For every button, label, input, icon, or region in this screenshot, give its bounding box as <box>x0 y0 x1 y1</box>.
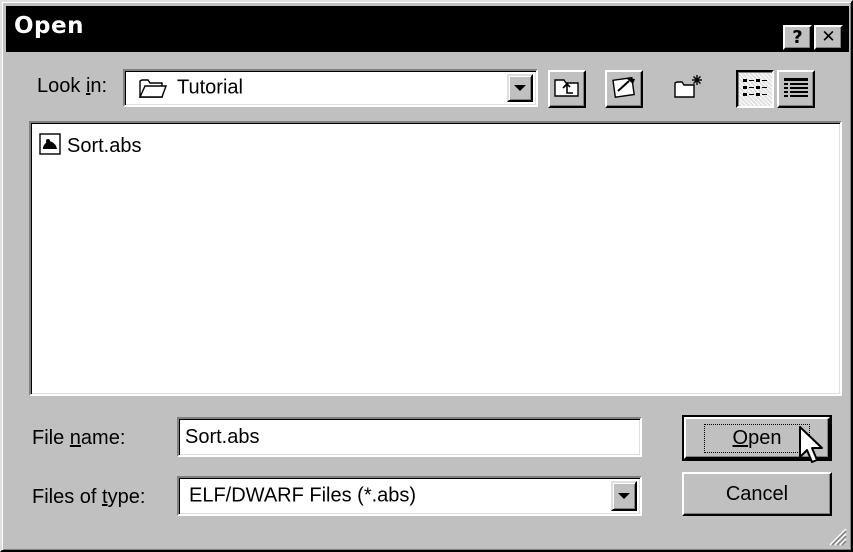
file-name-input[interactable] <box>177 417 642 457</box>
cancel-button[interactable]: Cancel <box>682 472 832 516</box>
files-of-type-dropdown-button[interactable] <box>611 481 637 511</box>
mouse-pointer-icon <box>798 425 824 472</box>
close-button[interactable]: ✕ <box>814 25 843 50</box>
details-view-button[interactable] <box>777 70 815 108</box>
list-view-button[interactable] <box>736 70 774 108</box>
file-name-label: Sort.abs <box>67 135 142 157</box>
details-view-icon <box>783 76 809 103</box>
file-list[interactable]: Sort.abs <box>29 121 842 396</box>
help-button[interactable]: ? <box>783 25 812 50</box>
file-icon <box>39 133 61 160</box>
look-in-value: Tutorial <box>177 76 243 99</box>
up-folder-icon <box>554 76 580 103</box>
up-one-level-button[interactable] <box>548 70 586 108</box>
open-dialog: Open ? ✕ Look in: Tutorial Sort.abs File… <box>0 0 853 552</box>
resize-grip-icon[interactable] <box>827 526 847 546</box>
look-in-combo[interactable]: Tutorial <box>123 69 538 107</box>
look-in-label: Look in: <box>37 75 108 97</box>
list-item[interactable]: Sort.abs <box>39 133 141 160</box>
folder-icon <box>138 77 167 104</box>
dialog-title: Open <box>14 13 84 39</box>
create-new-folder-button[interactable] <box>669 70 707 108</box>
desktop-button[interactable] <box>605 70 643 108</box>
new-folder-icon <box>673 74 703 105</box>
files-of-type-combo[interactable]: ELF/DWARF Files (*.abs) <box>177 476 642 516</box>
title-bar[interactable]: Open ? ✕ <box>6 6 849 52</box>
desktop-icon <box>611 75 637 104</box>
look-in-dropdown-button[interactable] <box>507 74 533 102</box>
list-view-icon <box>742 76 768 103</box>
file-name-label: File name: <box>32 427 126 449</box>
open-button-label: Open <box>703 423 811 453</box>
files-of-type-label: Files of type: <box>32 486 146 508</box>
files-of-type-value: ELF/DWARF Files (*.abs) <box>189 484 417 507</box>
